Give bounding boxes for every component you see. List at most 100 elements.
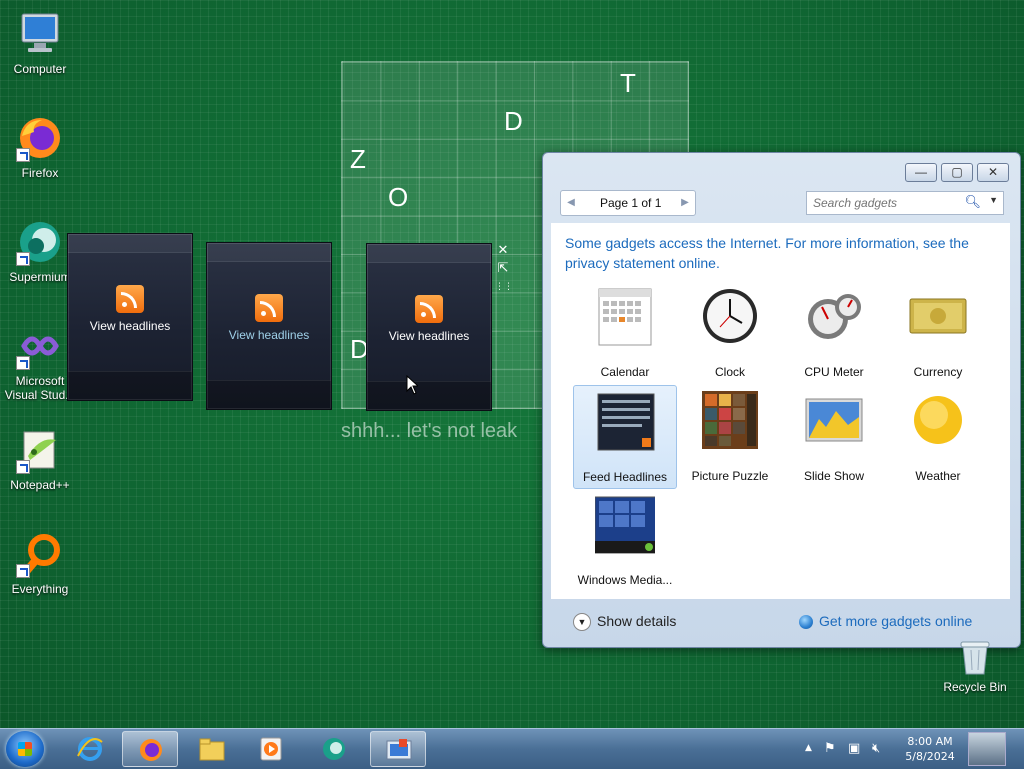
view-headlines-label: View headlines xyxy=(89,319,171,333)
maximize-button[interactable]: ▢ xyxy=(941,163,973,182)
taskbar-firefox[interactable] xyxy=(122,731,178,767)
feed-headlines-gadget[interactable]: View headlines xyxy=(206,242,332,410)
feed-headlines-icon xyxy=(597,393,655,451)
network-icon[interactable]: ▣ xyxy=(848,741,860,756)
gadget-footer xyxy=(68,371,192,400)
show-desktop-button[interactable] xyxy=(968,732,1006,766)
shortcut-arrow-icon xyxy=(16,564,30,578)
gadget-header xyxy=(68,234,192,253)
gadget-clock[interactable]: Clock xyxy=(678,281,782,385)
next-page-button[interactable]: ▶ xyxy=(677,191,693,215)
windows-media-icon xyxy=(595,496,655,554)
gadget-options-button[interactable]: ⇱ xyxy=(495,261,511,277)
gadget-cpu-meter[interactable]: CPU Meter xyxy=(782,281,886,385)
desktop-icon-notepadpp[interactable]: Notepad++ xyxy=(0,426,80,492)
action-center-flag-icon[interactable]: ⚑ xyxy=(824,741,836,756)
taskbar-supermium[interactable] xyxy=(306,731,362,767)
page-indicator: Page 1 of 1 xyxy=(600,196,662,210)
show-hidden-icons-button[interactable]: ▲ xyxy=(805,743,812,753)
desktop-icon-everything[interactable]: Everything xyxy=(0,530,80,596)
supermium-icon xyxy=(323,738,345,760)
rss-icon xyxy=(255,294,283,322)
gadget-feed-headlines[interactable]: Feed Headlines xyxy=(573,385,677,489)
picture-puzzle-icon xyxy=(702,391,758,449)
gadget-footer xyxy=(367,381,491,410)
search-icon[interactable]: 🔍︎ xyxy=(964,194,981,210)
start-button[interactable] xyxy=(6,731,44,767)
globe-icon xyxy=(799,615,813,630)
get-more-gadgets-link[interactable]: Get more gadgets online xyxy=(799,613,973,630)
gadget-slide-show[interactable]: Slide Show xyxy=(782,385,886,489)
feed-headlines-gadget[interactable]: View headlines xyxy=(366,243,492,411)
gadgets-icon xyxy=(386,739,412,760)
gadget-label: Calendar xyxy=(600,365,650,379)
currency-icon xyxy=(909,298,967,334)
grid-letter: O xyxy=(388,182,409,212)
gadget-picture-puzzle[interactable]: Picture Puzzle xyxy=(678,385,782,489)
shortcut-arrow-icon xyxy=(16,356,30,370)
gadget-label: Feed Headlines xyxy=(582,470,668,484)
view-headlines-label: View headlines xyxy=(388,329,470,343)
clock-date: 5/8/2024 xyxy=(905,750,955,763)
taskbar-file-explorer[interactable] xyxy=(184,731,240,767)
gadget-label: Clock xyxy=(714,365,745,379)
previous-page-button[interactable]: ◀ xyxy=(563,191,579,215)
taskbar-media-player[interactable] xyxy=(244,731,300,767)
taskbar-gadgets[interactable] xyxy=(370,731,426,767)
desktop-icon-label: Recycle Bin xyxy=(943,680,1007,694)
gadget-currency[interactable]: Currency xyxy=(886,281,990,385)
shortcut-arrow-icon xyxy=(16,148,30,162)
notepadpp-icon xyxy=(16,426,64,474)
close-gadget-button[interactable]: ✕ xyxy=(495,243,511,259)
desktop-icon-firefox[interactable]: Firefox xyxy=(0,114,80,180)
slide-show-icon xyxy=(805,398,863,442)
supermium-icon xyxy=(16,218,64,266)
gadget-gallery-window: — ▢ ✕ ◀ Page 1 of 1 ▶ 🔍︎ ▼ Some gadgets … xyxy=(542,152,1021,648)
minimize-button[interactable]: — xyxy=(905,163,937,182)
internet-explorer-icon xyxy=(77,737,103,761)
desktop-icon-label: Everything xyxy=(11,582,69,596)
desktop-icon-label: Firefox xyxy=(21,166,59,180)
show-details-button[interactable]: ▼ Show details xyxy=(573,613,677,632)
gadget-label: CPU Meter xyxy=(804,365,864,379)
desktop-icon-label: Notepad++ xyxy=(10,478,70,492)
weather-sun-icon xyxy=(914,396,962,444)
close-button[interactable]: ✕ xyxy=(977,163,1009,182)
taskbar-internet-explorer[interactable] xyxy=(62,731,118,767)
media-player-icon xyxy=(260,737,282,761)
shortcut-arrow-icon xyxy=(16,460,30,474)
desktop-icon-label: Computer xyxy=(13,62,67,76)
grid-letter: T xyxy=(620,68,636,98)
clock-time: 8:00 AM xyxy=(907,735,953,748)
gadget-weather[interactable]: Weather xyxy=(886,385,990,489)
desktop-icon-computer[interactable]: Computer xyxy=(0,10,80,76)
gadget-label: Weather xyxy=(915,469,961,483)
privacy-notice-link[interactable]: Some gadgets access the Internet. For mo… xyxy=(565,233,995,273)
chevron-down-icon: ▼ xyxy=(573,613,591,632)
drag-gadget-handle[interactable]: ⋮⋮ xyxy=(495,279,513,295)
grid-caption: shhh... let's not leak xyxy=(341,420,518,442)
chevron-down-icon[interactable]: ▼ xyxy=(989,195,998,205)
page-navigator: ◀ Page 1 of 1 ▶ xyxy=(560,190,696,216)
rss-icon xyxy=(415,295,443,323)
volume-muted-icon[interactable]: 🔇︎ xyxy=(872,741,880,756)
gadget-header xyxy=(367,244,491,263)
gadget-footer xyxy=(207,380,331,409)
desktop-icon-recycle-bin[interactable]: Recycle Bin xyxy=(935,636,1015,694)
taskbar: ▲ ⚑ ▣ 🔇︎ 8:00 AM 5/8/2024 xyxy=(0,728,1024,769)
get-more-gadgets-label: Get more gadgets online xyxy=(819,613,973,629)
gadget-windows-media[interactable]: Windows Media... xyxy=(573,489,677,593)
rss-icon xyxy=(116,285,144,313)
show-details-label: Show details xyxy=(597,613,677,629)
firefox-icon xyxy=(16,114,64,162)
gadget-calendar[interactable]: Calendar xyxy=(573,281,677,385)
gadget-label: Windows Media... xyxy=(577,573,673,587)
recycle-bin-icon xyxy=(955,636,995,676)
taskbar-clock[interactable]: 8:00 AM 5/8/2024 xyxy=(898,734,962,764)
search-input[interactable] xyxy=(811,192,965,214)
gadget-label: Slide Show xyxy=(803,469,865,483)
feed-headlines-gadget[interactable]: View headlines xyxy=(67,233,193,401)
gadget-label: Currency xyxy=(913,365,963,379)
folder-icon xyxy=(199,738,225,761)
shortcut-arrow-icon xyxy=(16,252,30,266)
